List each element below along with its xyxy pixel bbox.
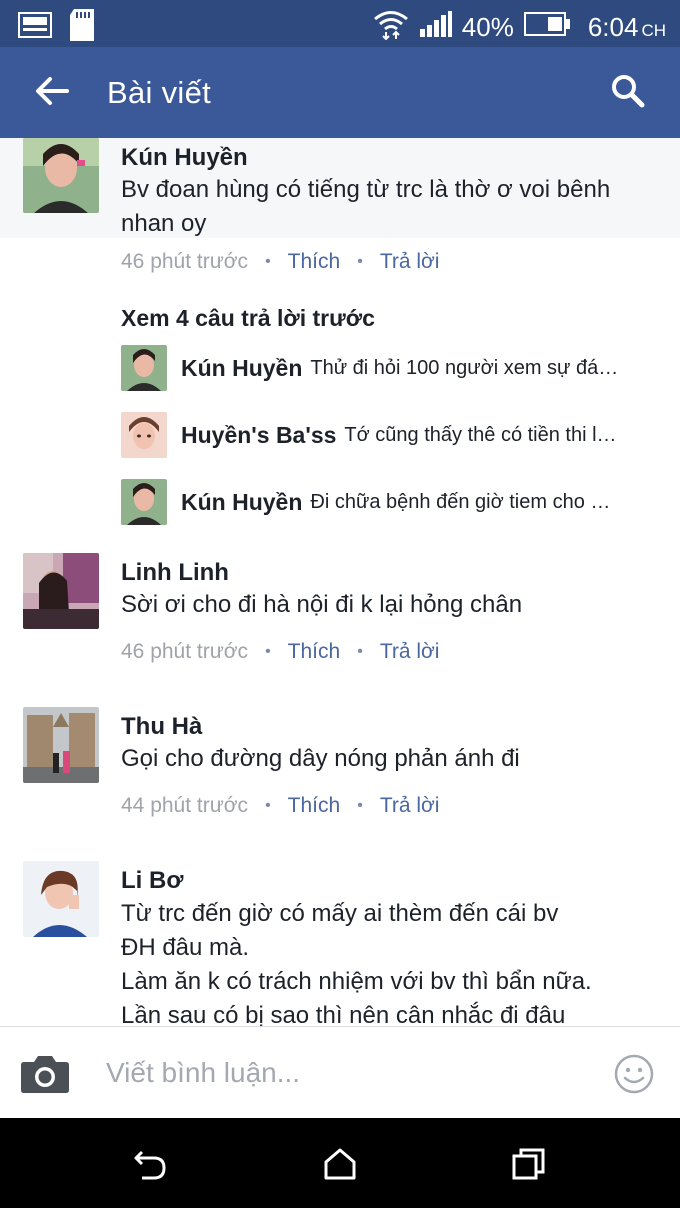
reply-item[interactable]: Huyền's Ba'ss Tớ cũng thấy thê có tiền t… [121,410,661,460]
comment-time: 44 phút trước [121,794,249,817]
camera-button[interactable] [20,1052,70,1094]
comment-time: 46 phút trước [121,250,249,273]
reply-text: Đi chữa bệnh đến giờ tiem cho … [310,490,611,513]
reply-item[interactable]: Kún Huyền Đi chữa bệnh đến giờ tiem cho … [121,477,661,527]
comment-text: Gọi cho đường dây nóng phản ánh đi [121,745,520,772]
separator-dot: • [357,797,363,814]
avatar[interactable] [23,553,99,629]
reply-item[interactable]: Kún Huyền Thử đi hỏi 100 người xem sự đá… [121,343,661,393]
comment-text: Sời ơi cho đi hà nội đi k lại hỏng chân [121,591,523,618]
gallery-icon [18,12,52,43]
emoji-icon [614,1054,654,1098]
back-button[interactable] [30,71,74,115]
status-bar: 40% 6:04 CH [0,0,680,47]
reply-button[interactable]: Trả lời [380,640,440,664]
reply-author[interactable]: Kún Huyền [181,355,302,382]
comment-author[interactable]: Linh Linh [121,559,229,587]
recents-nav-icon [511,1148,547,1186]
separator-dot: • [357,253,363,270]
comment-time: 46 phút trước [121,640,249,663]
comment-author[interactable]: Kún Huyền [121,144,248,172]
avatar [121,345,167,391]
reply-text: Thử đi hỏi 100 người xem sự đá… [310,356,619,379]
system-navbar [0,1118,680,1208]
clock-time: 6:04 [587,12,639,42]
reply-author[interactable]: Huyền's Ba'ss [181,422,336,449]
battery-icon [523,12,570,43]
nav-home-button[interactable] [322,1146,358,1182]
reply-author[interactable]: Kún Huyền [181,489,302,516]
comment-text: Từ trc đến giờ có mấy ai thèm đến cái bv… [121,900,592,1026]
clock: 6:04 CH [588,12,666,43]
separator-dot: • [265,643,271,660]
clock-suffix: CH [641,21,666,40]
comment-composer [0,1026,680,1118]
sd-card-icon [70,9,94,46]
reply-text: Tớ cũng thấy thê có tiền thi l… [344,423,617,446]
comment-text: Bv đoan hùng có tiếng từ trc là thờ ơ vo… [121,176,611,237]
search-icon [611,74,645,113]
avatar[interactable] [23,138,99,213]
search-button[interactable] [606,71,650,115]
camera-icon [20,1056,70,1098]
separator-dot: • [357,643,363,660]
battery-percent: 40% [461,12,514,42]
arrow-left-icon [35,76,69,111]
like-button[interactable]: Thích [288,794,341,818]
separator-dot: • [265,253,271,270]
avatar [121,412,167,458]
comment-author[interactable]: Li Bơ [121,867,183,895]
avatar[interactable] [23,707,99,783]
emoji-button[interactable] [614,1054,654,1094]
nav-back-button[interactable] [132,1146,168,1182]
comments-list[interactable]: Kún Huyền Bv đoan hùng có tiếng từ trc l… [0,138,680,1026]
comment-author[interactable]: Thu Hà [121,713,202,741]
wifi-icon [372,8,410,47]
home-nav-icon [322,1148,358,1186]
app-bar: Bài viết [0,47,680,138]
page-title: Bài viết [107,75,212,110]
avatar[interactable] [23,861,99,937]
reply-button[interactable]: Trả lời [380,794,440,818]
comment-meta: 44 phút trước • Thích • Trả lời [121,794,439,818]
comment-meta: 46 phút trước • Thích • Trả lời [121,250,439,274]
avatar [121,479,167,525]
like-button[interactable]: Thích [288,250,341,274]
view-previous-replies[interactable]: Xem 4 câu trả lời trước [121,305,375,332]
comment-meta: 46 phút trước • Thích • Trả lời [121,640,439,664]
reply-button[interactable]: Trả lời [380,250,440,274]
like-button[interactable]: Thích [288,640,341,664]
nav-recents-button[interactable] [511,1146,547,1182]
signal-icon [419,11,452,44]
separator-dot: • [265,797,271,814]
back-nav-icon [132,1150,168,1186]
comment-input[interactable] [106,1053,586,1093]
